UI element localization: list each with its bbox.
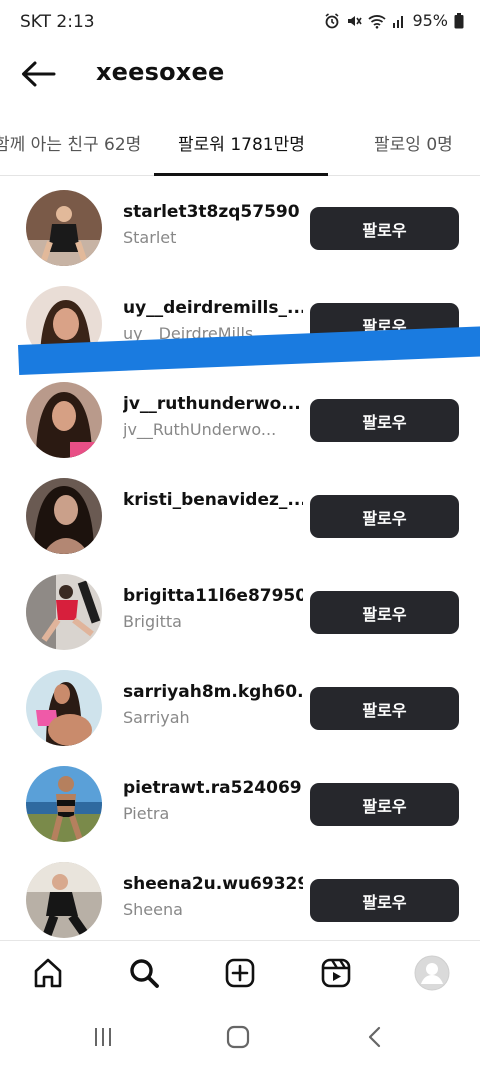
create-icon[interactable]: [222, 955, 258, 991]
home-icon[interactable]: [30, 955, 66, 991]
tab-mutual-friends[interactable]: 함께 아는 친구 62명: [0, 130, 141, 155]
follow-button[interactable]: 팔로우: [310, 879, 459, 922]
full-name: Sheena: [123, 900, 183, 919]
search-icon[interactable]: [126, 955, 162, 991]
list-item[interactable]: sarriyah8m.kgh60... Sarriyah 팔로우: [0, 658, 480, 754]
header: xeesoxee: [0, 48, 480, 100]
tab-following[interactable]: 팔로잉 0명: [374, 130, 453, 155]
username[interactable]: pietrawt.ra524069: [123, 778, 303, 798]
page-title: xeesoxee: [96, 58, 225, 86]
avatar[interactable]: [26, 190, 102, 266]
mute-icon: [346, 13, 363, 29]
username[interactable]: kristi_benavidez_...: [123, 490, 303, 510]
tab-followers[interactable]: 팔로워 1781만명: [178, 130, 305, 155]
tab-bar: 함께 아는 친구 62명 팔로워 1781만명 팔로잉 0명: [0, 108, 480, 176]
active-tab-indicator: [154, 173, 328, 176]
follow-button[interactable]: 팔로우: [310, 495, 459, 538]
wifi-icon: [368, 13, 387, 29]
list-item[interactable]: sheena2u.wu693292 Sheena 팔로우: [0, 850, 480, 946]
username[interactable]: sheena2u.wu693292: [123, 874, 303, 894]
follow-button[interactable]: 팔로우: [310, 687, 459, 730]
profile-avatar[interactable]: [414, 955, 450, 991]
list-item[interactable]: jv__ruthunderwo... jv__RuthUnderwo... 팔로…: [0, 370, 480, 466]
status-icons: 95%: [324, 11, 464, 30]
recents-icon[interactable]: [88, 1022, 118, 1052]
alarm-icon: [324, 12, 340, 29]
follow-button[interactable]: 팔로우: [310, 783, 459, 826]
battery-icon: [454, 12, 464, 29]
reels-icon[interactable]: [318, 955, 354, 991]
avatar[interactable]: [26, 766, 102, 842]
username[interactable]: starlet3t8zq57590: [123, 202, 303, 222]
home-circle-icon[interactable]: [223, 1022, 253, 1052]
follow-button[interactable]: 팔로우: [310, 399, 459, 442]
system-nav-bar: [0, 1004, 480, 1067]
list-item[interactable]: starlet3t8zq57590 Starlet 팔로우: [0, 178, 480, 274]
full-name: Brigitta: [123, 612, 182, 631]
username[interactable]: brigitta11l6e87950: [123, 586, 303, 606]
full-name: jv__RuthUnderwo...: [123, 420, 277, 439]
full-name: Starlet: [123, 228, 177, 247]
username[interactable]: jv__ruthunderwo...: [123, 394, 303, 414]
username[interactable]: sarriyah8m.kgh60...: [123, 682, 303, 702]
avatar[interactable]: [26, 862, 102, 938]
back-arrow-icon[interactable]: [20, 60, 56, 88]
avatar[interactable]: [26, 670, 102, 746]
avatar[interactable]: [26, 574, 102, 650]
follow-button[interactable]: 팔로우: [310, 207, 459, 250]
follow-button[interactable]: 팔로우: [310, 591, 459, 634]
full-name: Sarriyah: [123, 708, 190, 727]
full-name: Pietra: [123, 804, 170, 823]
list-item[interactable]: pietrawt.ra524069 Pietra 팔로우: [0, 754, 480, 850]
signal-icon: [392, 13, 406, 29]
status-bar: SKT 2:13 95%: [0, 0, 480, 44]
bottom-nav: [0, 940, 480, 1004]
avatar[interactable]: [26, 478, 102, 554]
status-time: SKT 2:13: [20, 12, 95, 32]
avatar[interactable]: [26, 382, 102, 458]
battery-label: 95%: [412, 11, 448, 30]
list-item[interactable]: brigitta11l6e87950 Brigitta 팔로우: [0, 562, 480, 658]
username[interactable]: uy__deirdremills_...: [123, 298, 303, 318]
back-icon[interactable]: [360, 1022, 390, 1052]
list-item[interactable]: kristi_benavidez_... 팔로우: [0, 466, 480, 562]
